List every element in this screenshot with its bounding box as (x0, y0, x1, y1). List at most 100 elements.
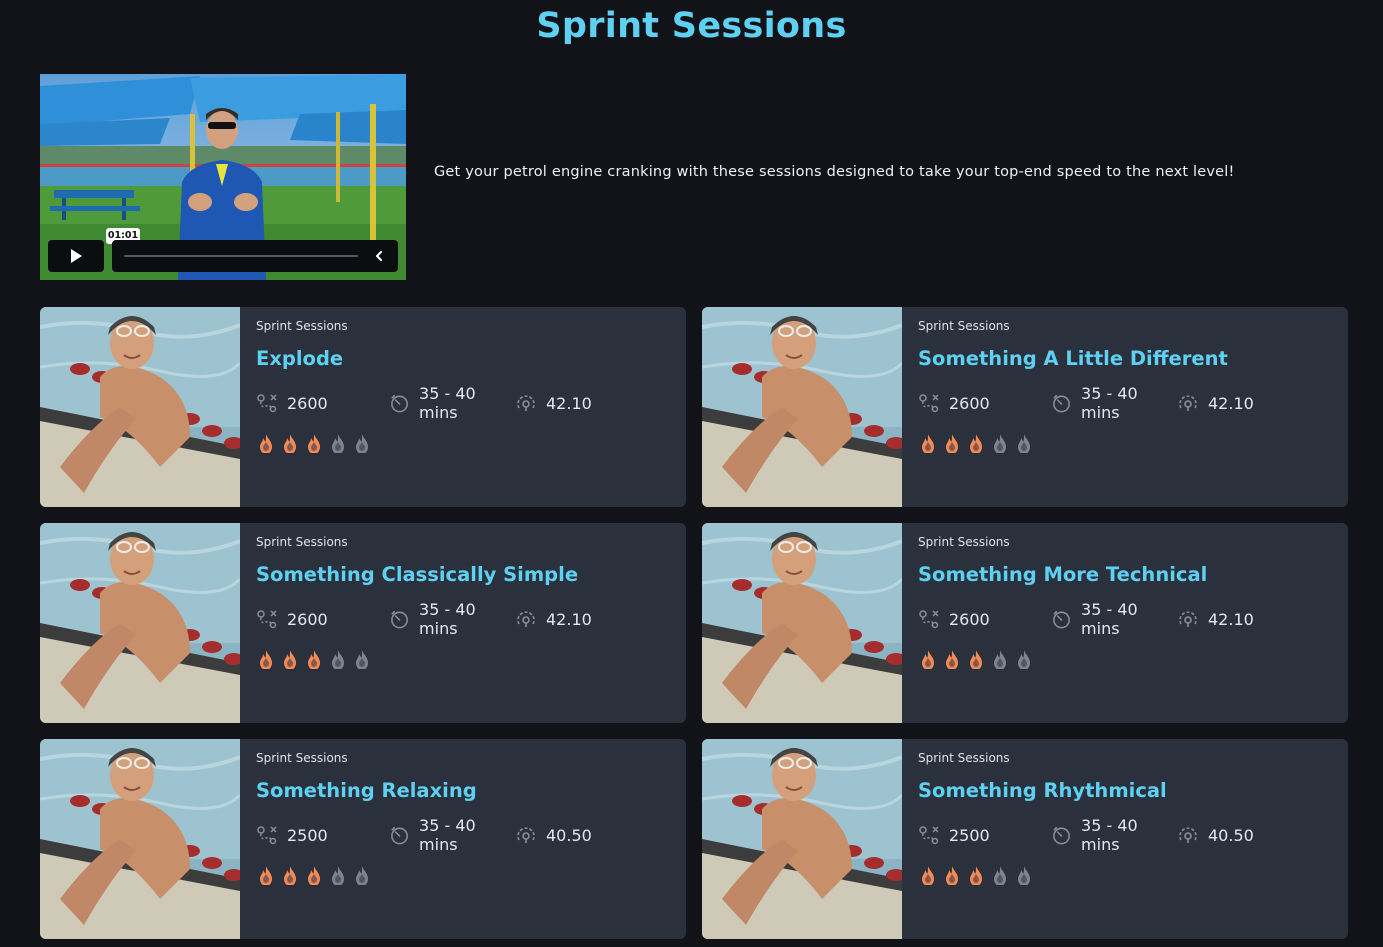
card-stats: 2600 35 - 40 mins 42.10 (918, 384, 1254, 422)
swimmer-thumbnail (40, 739, 240, 939)
stopwatch-icon (1053, 394, 1070, 413)
pace-stat: 40.50 (515, 824, 592, 846)
card-stats: 2600 35 - 40 mins 42.10 (918, 600, 1254, 638)
distance-stat: 2500 (918, 824, 1051, 846)
pace-stat: 42.10 (1177, 608, 1254, 630)
session-card[interactable]: Sprint Sessions Something Rhythmical 250… (702, 739, 1348, 939)
route-distance-icon (257, 610, 277, 629)
card-category: Sprint Sessions (918, 751, 1010, 765)
distance-value: 2500 (949, 825, 990, 845)
distance-stat: 2600 (918, 392, 1051, 414)
route-distance-icon (257, 826, 277, 845)
duration-stat: 35 - 40 mins (1051, 600, 1177, 638)
card-title[interactable]: Something Classically Simple (256, 563, 578, 586)
flame-active-icon (946, 434, 958, 453)
intensity-rating (920, 431, 1032, 453)
pace-value: 42.10 (1208, 393, 1254, 413)
flame-active-icon (970, 650, 982, 669)
swimmer-thumbnail (40, 307, 240, 507)
flame-inactive-icon (332, 650, 344, 669)
route-distance-icon (919, 610, 939, 629)
duration-value: 35 - 40 mins (419, 600, 476, 638)
page-title: Sprint Sessions (536, 6, 847, 46)
flame-active-icon (946, 650, 958, 669)
pace-value: 40.50 (546, 825, 592, 845)
card-stats: 2600 35 - 40 mins 42.10 (256, 600, 592, 638)
swimmer-thumbnail (702, 523, 902, 723)
duration-stat: 35 - 40 mins (389, 384, 515, 422)
stopwatch-icon (391, 826, 408, 845)
card-stats: 2600 35 - 40 mins 42.10 (256, 384, 592, 422)
flame-active-icon (922, 650, 934, 669)
stopwatch-icon (391, 394, 408, 413)
flame-active-icon (284, 434, 296, 453)
flame-inactive-icon (332, 866, 344, 885)
card-category: Sprint Sessions (256, 535, 348, 549)
card-category: Sprint Sessions (918, 535, 1010, 549)
duration-value: 35 - 40 mins (1081, 600, 1138, 638)
pace-gauge-icon (1179, 395, 1197, 411)
flame-active-icon (284, 866, 296, 885)
duration-value: 35 - 40 mins (1081, 384, 1138, 422)
duration-stat: 35 - 40 mins (389, 816, 515, 854)
distance-stat: 2500 (256, 824, 389, 846)
session-card[interactable]: Sprint Sessions Explode 2600 35 - 40 min… (40, 307, 686, 507)
flame-active-icon (946, 866, 958, 885)
play-icon (71, 249, 82, 263)
flame-active-icon (308, 650, 320, 669)
swimmer-thumbnail (702, 739, 902, 939)
flame-inactive-icon (356, 866, 368, 885)
session-card[interactable]: Sprint Sessions Something A Little Diffe… (702, 307, 1348, 507)
card-title[interactable]: Something Relaxing (256, 779, 477, 802)
video-scrubber[interactable] (112, 240, 398, 272)
pace-stat: 40.50 (1177, 824, 1254, 846)
distance-value: 2600 (949, 609, 990, 629)
pace-value: 42.10 (546, 393, 592, 413)
duration-value: 35 - 40 mins (419, 384, 476, 422)
chevron-left-icon[interactable] (372, 249, 386, 263)
route-distance-icon (919, 394, 939, 413)
pace-gauge-icon (1179, 611, 1197, 627)
intro-video[interactable]: 01:01 (40, 74, 406, 280)
session-card[interactable]: Sprint Sessions Something More Technical… (702, 523, 1348, 723)
card-category: Sprint Sessions (918, 319, 1010, 333)
card-title[interactable]: Something A Little Different (918, 347, 1228, 370)
card-title[interactable]: Something More Technical (918, 563, 1207, 586)
pace-gauge-icon (517, 827, 535, 843)
intensity-rating (258, 863, 370, 885)
stopwatch-icon (1053, 610, 1070, 629)
card-stats: 2500 35 - 40 mins 40.50 (918, 816, 1254, 854)
flame-active-icon (260, 434, 272, 453)
card-title[interactable]: Something Rhythmical (918, 779, 1167, 802)
pace-stat: 42.10 (515, 392, 592, 414)
session-card[interactable]: Sprint Sessions Something Classically Si… (40, 523, 686, 723)
flame-active-icon (308, 866, 320, 885)
pace-gauge-icon (517, 611, 535, 627)
route-distance-icon (919, 826, 939, 845)
pace-gauge-icon (1179, 827, 1197, 843)
flame-inactive-icon (994, 434, 1006, 453)
card-stats: 2500 35 - 40 mins 40.50 (256, 816, 592, 854)
flame-active-icon (970, 434, 982, 453)
duration-stat: 35 - 40 mins (389, 600, 515, 638)
distance-stat: 2600 (256, 608, 389, 630)
flame-active-icon (260, 650, 272, 669)
distance-value: 2600 (949, 393, 990, 413)
session-card[interactable]: Sprint Sessions Something Relaxing 2500 (40, 739, 686, 939)
route-distance-icon (257, 394, 277, 413)
play-button[interactable] (48, 240, 104, 272)
scrubber-track[interactable] (124, 255, 358, 257)
pace-stat: 42.10 (515, 608, 592, 630)
intensity-rating (920, 647, 1032, 669)
duration-value: 35 - 40 mins (1081, 816, 1138, 854)
card-category: Sprint Sessions (256, 751, 348, 765)
intensity-rating (920, 863, 1032, 885)
flame-active-icon (284, 650, 296, 669)
card-title[interactable]: Explode (256, 347, 343, 370)
stopwatch-icon (1053, 826, 1070, 845)
sprint-sessions-page: Sprint Sessions 01:01 Get your petrol en… (0, 0, 1383, 947)
pace-stat: 42.10 (1177, 392, 1254, 414)
flame-active-icon (970, 866, 982, 885)
flame-inactive-icon (1018, 434, 1030, 453)
duration-stat: 35 - 40 mins (1051, 816, 1177, 854)
